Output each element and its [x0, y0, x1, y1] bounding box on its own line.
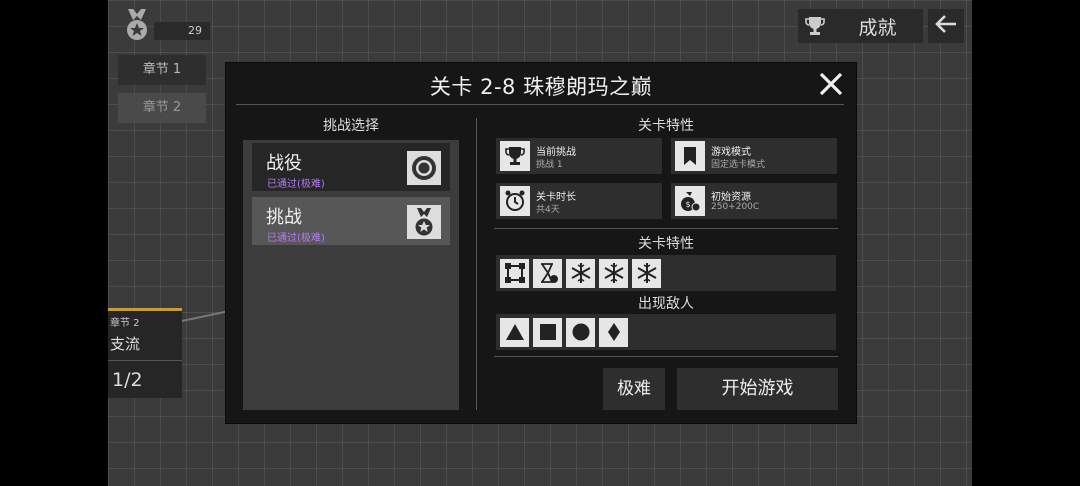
triangle-icon[interactable]: [500, 317, 529, 347]
info-value: 挑战 1: [536, 160, 563, 170]
medal-count: 29: [154, 22, 210, 40]
enemies-row: [496, 314, 836, 350]
info-card-duration: 关卡时长 共4天: [496, 183, 662, 219]
section-divider: [494, 228, 838, 229]
circle-icon[interactable]: [566, 317, 595, 347]
info-value: 固定选卡模式: [711, 160, 766, 170]
square-icon[interactable]: [533, 317, 562, 347]
mode-item-campaign[interactable]: 战役 已通过(极难): [252, 143, 450, 191]
bookmark-icon: [675, 141, 705, 171]
info-title: 当前挑战: [536, 147, 576, 158]
snowflake-icon[interactable]: [632, 258, 661, 288]
info-title: 初始资源: [711, 192, 751, 203]
hourglass-icon[interactable]: [533, 258, 562, 288]
info-card-current-challenge: 当前挑战 挑战 1: [496, 138, 662, 174]
svg-text:$: $: [685, 200, 690, 209]
mode-name: 战役: [266, 153, 302, 174]
enemies-header: 出现敌人: [638, 296, 694, 312]
chapter-node-name: 支流: [108, 329, 182, 361]
frame-icon[interactable]: [500, 258, 529, 288]
info-card-game-mode: 游戏模式 固定选卡模式: [671, 138, 837, 174]
trophy-icon: [500, 141, 530, 171]
info-value: 共4天: [536, 205, 560, 215]
chapter-node[interactable]: 章节 2 支流 1/2: [108, 308, 182, 398]
traits-row: [496, 255, 836, 291]
title-divider: [236, 104, 844, 105]
info-value: 250+200C: [711, 202, 760, 212]
info-title: 关卡时长: [536, 192, 576, 203]
achievements-button[interactable]: 成就: [798, 9, 923, 43]
arrow-left-icon: [934, 14, 958, 38]
info-title: 游戏模式: [711, 147, 751, 158]
traits-header: 关卡特性: [638, 236, 694, 252]
challenge-list: 战役 已通过(极难) 挑战 已通过(极难): [243, 140, 459, 410]
dialog-title: 关卡 2-8 珠穆朗玛之巅: [429, 75, 653, 99]
info-header: 关卡特性: [638, 118, 694, 134]
chapter-1-button[interactable]: 章节 1: [118, 55, 206, 85]
back-button[interactable]: [928, 9, 964, 43]
difficulty-button[interactable]: 极难: [603, 368, 665, 410]
medal-icon: [122, 8, 152, 42]
level-dialog: 关卡 2-8 珠穆朗玛之巅 挑战选择 战役 已通过(极难) 挑战 已通过(极难): [226, 63, 856, 423]
alarm-clock-icon: [500, 186, 530, 216]
mode-item-challenge[interactable]: 挑战 已通过(极难): [252, 197, 450, 245]
info-card-resources: $ 初始资源 250+200C: [671, 183, 837, 219]
snowflake-icon[interactable]: [566, 258, 595, 288]
vertical-divider: [476, 118, 477, 410]
section-divider: [494, 356, 838, 357]
close-icon: [816, 72, 846, 103]
mode-status: 已通过(极难): [267, 233, 325, 244]
target-icon: [407, 151, 441, 185]
achievements-label: 成就: [858, 16, 897, 39]
mode-name: 挑战: [266, 207, 302, 228]
medal-icon: [407, 205, 441, 239]
diamond-icon[interactable]: [599, 317, 628, 347]
close-button[interactable]: [816, 69, 846, 99]
medal-counter: 29: [118, 8, 210, 42]
chapter-node-title: 章节 2: [110, 318, 140, 329]
mode-status: 已通过(极难): [267, 179, 325, 190]
trophy-icon: [798, 9, 832, 43]
chapter-2-button[interactable]: 章节 2: [118, 93, 206, 123]
money-bag-icon: $: [675, 186, 705, 216]
snowflake-icon[interactable]: [599, 258, 628, 288]
chapter-node-progress: 1/2: [112, 369, 143, 391]
start-game-button[interactable]: 开始游戏: [677, 368, 838, 410]
challenge-select-header: 挑战选择: [323, 118, 379, 134]
